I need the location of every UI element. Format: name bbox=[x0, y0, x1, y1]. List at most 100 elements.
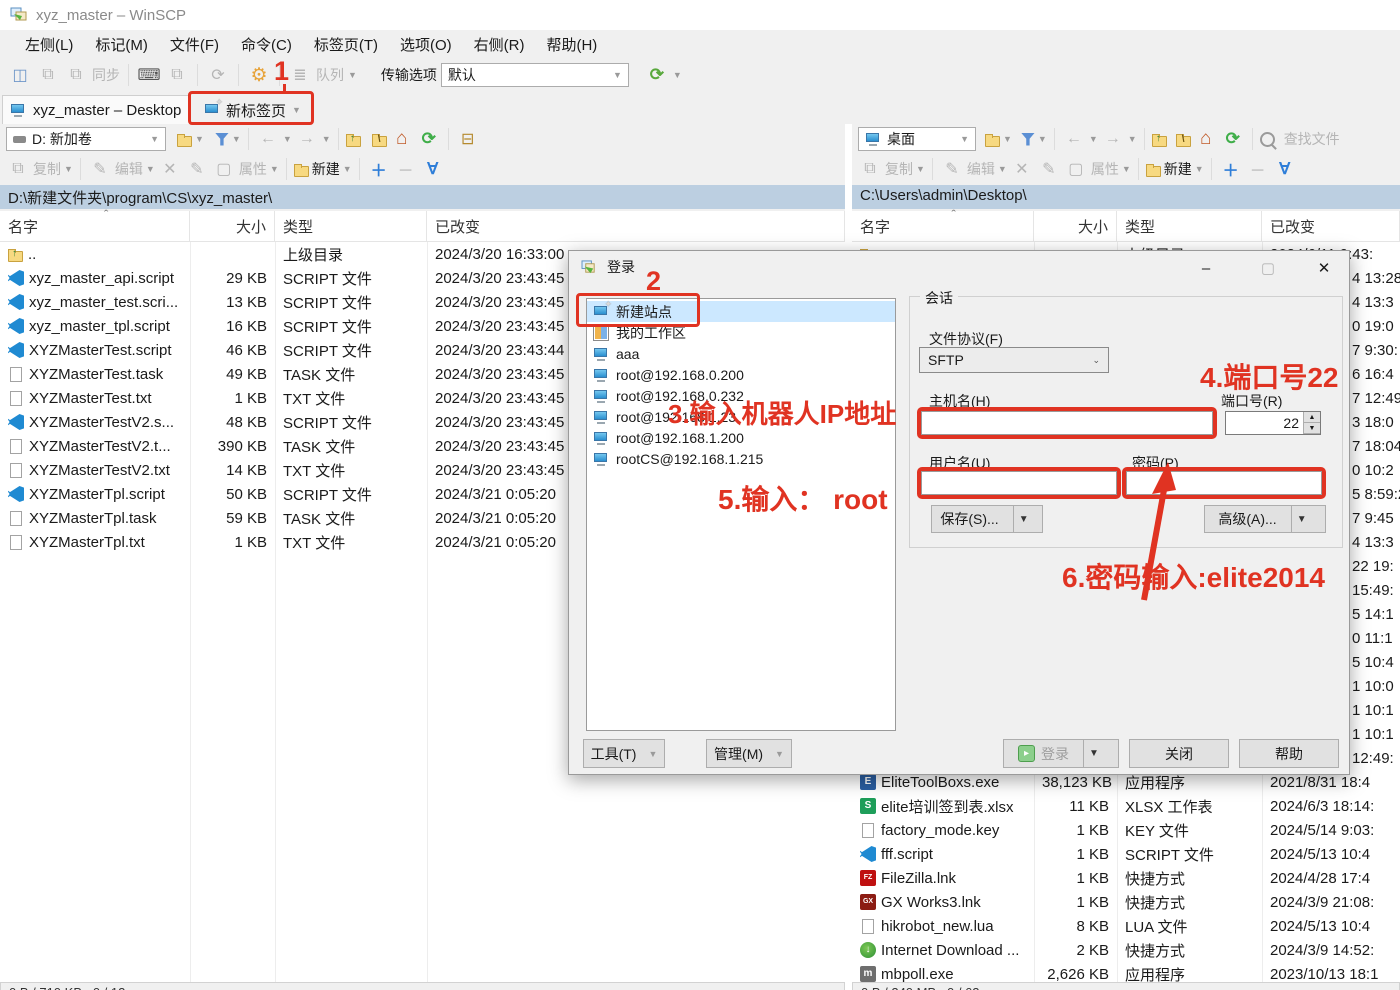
parent-directory-icon[interactable] bbox=[1152, 136, 1167, 147]
site-list-item[interactable]: rootCS@192.168.1.215 bbox=[587, 448, 895, 469]
chevron-down-icon[interactable]: ▼ bbox=[195, 134, 204, 144]
chevron-down-icon[interactable]: ▼ bbox=[916, 164, 925, 174]
sync-button[interactable]: 同步 bbox=[92, 65, 120, 85]
queue-icon[interactable]: ≣ bbox=[288, 62, 312, 88]
preferences-gear-icon[interactable]: ⚙ bbox=[247, 62, 271, 88]
unselect-minus-icon[interactable]: － bbox=[394, 156, 418, 182]
copy-icon[interactable]: ⧉ bbox=[858, 156, 882, 182]
port-stepper[interactable]: 22 ▲▼ bbox=[1225, 411, 1321, 435]
login-button[interactable]: ▸ 登录 ▼ bbox=[1003, 739, 1119, 768]
site-list-item[interactable]: aaa bbox=[587, 343, 895, 364]
copy-button[interactable]: 复制 bbox=[885, 159, 913, 179]
chevron-down-icon[interactable]: ▼ bbox=[1122, 164, 1131, 174]
menu-item[interactable]: 右侧(R) bbox=[463, 34, 536, 55]
menu-item[interactable]: 标签页(T) bbox=[303, 34, 389, 55]
chevron-down-icon[interactable]: ▼ bbox=[1128, 134, 1137, 144]
left-path-bar[interactable]: D:\新建文件夹\program\CS\xyz_master\ bbox=[0, 185, 845, 209]
column-header[interactable]: 大小 bbox=[1034, 211, 1117, 241]
refresh-session-icon[interactable]: ⟳ bbox=[206, 62, 230, 88]
close-icon[interactable]: ✕ bbox=[1309, 257, 1339, 279]
properties-button[interactable]: 属性 bbox=[239, 159, 267, 179]
menu-item[interactable]: 命令(C) bbox=[230, 34, 303, 55]
chevron-down-icon[interactable]: ▼ bbox=[1195, 164, 1204, 174]
console-icon[interactable]: ⌨ bbox=[137, 62, 161, 88]
spin-down-icon[interactable]: ▼ bbox=[1304, 423, 1320, 434]
table-row[interactable]: fff.script1 KBSCRIPT 文件2024/5/13 10:4 bbox=[852, 842, 1400, 866]
forward-arrow-icon[interactable]: → bbox=[1101, 126, 1125, 152]
advanced-button[interactable]: 高级(A)... ▼ bbox=[1204, 505, 1326, 533]
root-directory-icon[interactable] bbox=[1176, 136, 1191, 147]
chevron-down-icon[interactable]: ▼ bbox=[673, 70, 682, 80]
file-page-icon[interactable]: ▢ bbox=[1064, 156, 1088, 182]
root-directory-icon[interactable] bbox=[372, 136, 387, 147]
back-arrow-icon[interactable]: ← bbox=[256, 126, 280, 152]
column-header[interactable]: 名字 bbox=[852, 211, 1034, 241]
properties-button[interactable]: 属性 bbox=[1091, 159, 1119, 179]
transfer-settings-select[interactable]: 默认 ▼ bbox=[441, 63, 629, 87]
open-directory-icon[interactable] bbox=[177, 136, 192, 147]
rename-pencil-icon[interactable]: ✎ bbox=[185, 156, 209, 182]
forward-arrow-icon[interactable]: → bbox=[295, 126, 319, 152]
column-header[interactable]: 已改变 bbox=[427, 211, 845, 241]
duplicate-session-icon[interactable]: ⧉ bbox=[36, 62, 60, 88]
compare-icon[interactable]: ⧉ bbox=[165, 62, 189, 88]
copy-button[interactable]: 复制 bbox=[33, 159, 61, 179]
swap-panels-icon[interactable]: ◫ bbox=[8, 62, 32, 88]
delete-x-icon[interactable]: ✕ bbox=[1010, 156, 1034, 182]
tools-button[interactable]: 工具(T) ▼ bbox=[583, 739, 665, 768]
new-folder-icon[interactable] bbox=[1146, 166, 1161, 177]
chevron-down-icon[interactable]: ▼ bbox=[283, 134, 292, 144]
chevron-down-icon[interactable]: ▼ bbox=[998, 164, 1007, 174]
chevron-down-icon[interactable]: ▼ bbox=[270, 164, 279, 174]
right-drive-select[interactable]: 桌面 ▼ bbox=[858, 127, 976, 151]
username-input[interactable] bbox=[921, 471, 1117, 495]
back-arrow-icon[interactable]: ← bbox=[1062, 126, 1086, 152]
table-row[interactable]: factory_mode.key1 KBKEY 文件2024/5/14 9:03… bbox=[852, 818, 1400, 842]
queue-button[interactable]: 队列 bbox=[316, 65, 344, 85]
table-row[interactable]: ↓Internet Download ...2 KB快捷方式2024/3/9 1… bbox=[852, 938, 1400, 962]
select-plus-icon[interactable]: ＋ bbox=[367, 156, 391, 182]
table-row[interactable]: FZFileZilla.lnk1 KB快捷方式2024/4/28 17:4 bbox=[852, 866, 1400, 890]
find-files-button[interactable]: 查找文件 bbox=[1284, 129, 1340, 149]
chevron-down-icon[interactable]: ▼ bbox=[322, 134, 331, 144]
open-directory-icon[interactable] bbox=[985, 136, 1000, 147]
refresh-icon[interactable]: ⟳ bbox=[417, 126, 441, 152]
menu-item[interactable]: 帮助(H) bbox=[535, 34, 608, 55]
chevron-down-icon[interactable]: ▼ bbox=[1291, 506, 1312, 532]
menu-item[interactable]: 选项(O) bbox=[389, 34, 463, 55]
hostname-input[interactable] bbox=[921, 411, 1213, 435]
parent-directory-icon[interactable] bbox=[346, 136, 361, 147]
open-in-putty-icon[interactable]: ⧉ bbox=[64, 62, 88, 88]
chevron-down-icon[interactable]: ▼ bbox=[1038, 134, 1047, 144]
find-files-magnifier-icon[interactable] bbox=[1260, 132, 1275, 147]
menu-item[interactable]: 左侧(L) bbox=[14, 34, 84, 55]
menu-item[interactable]: 文件(F) bbox=[159, 34, 230, 55]
table-row[interactable]: GXGX Works3.lnk1 KB快捷方式2024/3/9 21:08: bbox=[852, 890, 1400, 914]
select-plus-icon[interactable]: ＋ bbox=[1219, 156, 1243, 182]
home-directory-icon[interactable]: ⌂ bbox=[1194, 126, 1218, 152]
protocol-select[interactable]: SFTP ⌄ bbox=[919, 347, 1109, 373]
edit-icon[interactable]: ✎ bbox=[88, 156, 112, 182]
site-list-item[interactable]: root@192.168.0.200 bbox=[587, 364, 895, 385]
chevron-down-icon[interactable]: ▼ bbox=[146, 164, 155, 174]
filter-funnel-icon[interactable] bbox=[215, 133, 229, 146]
new-button[interactable]: 新建 bbox=[1164, 159, 1192, 179]
save-button[interactable]: 保存(S)... ▼ bbox=[931, 505, 1043, 533]
column-header[interactable]: 名字 bbox=[0, 211, 190, 241]
left-drive-select[interactable]: D: 新加卷 ▼ bbox=[6, 127, 166, 151]
copy-icon[interactable]: ⧉ bbox=[6, 156, 30, 182]
chevron-down-icon[interactable]: ▼ bbox=[1089, 134, 1098, 144]
tab-session[interactable]: xyz_master – Desktop bbox=[2, 95, 190, 124]
unselect-minus-icon[interactable]: － bbox=[1246, 156, 1270, 182]
column-header[interactable]: 大小 bbox=[190, 211, 275, 241]
refresh-icon[interactable]: ⟳ bbox=[1221, 126, 1245, 152]
maximize-icon[interactable]: ▢ bbox=[1253, 257, 1283, 279]
tree-view-icon[interactable]: ⊟ bbox=[456, 126, 480, 152]
rename-pencil-icon[interactable]: ✎ bbox=[1037, 156, 1061, 182]
new-button[interactable]: 新建 bbox=[312, 159, 340, 179]
chevron-down-icon[interactable]: ▼ bbox=[348, 70, 357, 80]
table-row[interactable]: Selite培训签到表.xlsx11 KBXLSX 工作表2024/6/3 18… bbox=[852, 794, 1400, 818]
column-header[interactable]: 类型 bbox=[1117, 211, 1262, 241]
chevron-down-icon[interactable]: ▼ bbox=[232, 134, 241, 144]
minimize-icon[interactable]: – bbox=[1191, 257, 1221, 279]
